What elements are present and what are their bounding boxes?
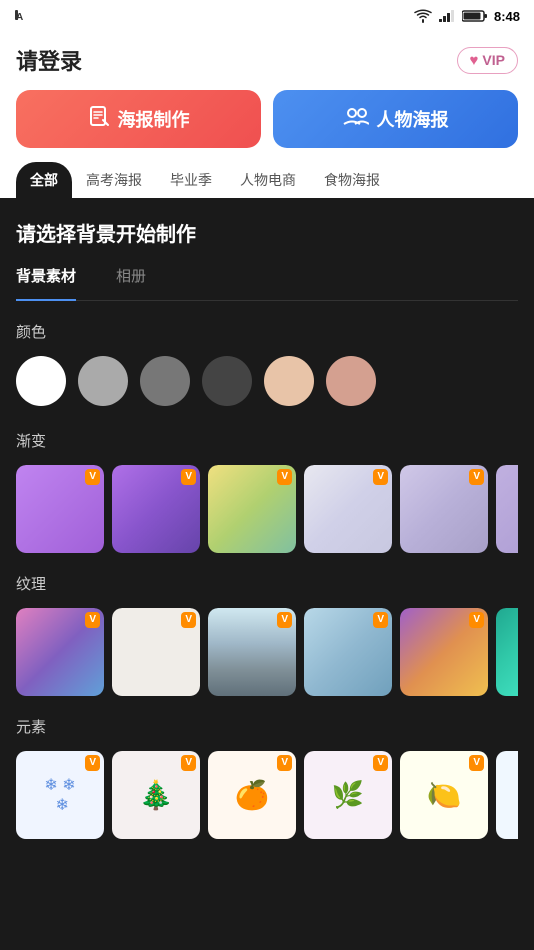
element-item-1[interactable]: V [16,751,104,839]
vip-tag-5: V [469,469,484,485]
gradient-item-2[interactable]: V [112,465,200,553]
top-section: 请登录 ♥ VIP 海报制作 [0,32,534,198]
bg-content: 请选择背景开始制作 背景素材 相册 颜色 渐变 V V V [0,198,534,898]
texture-item-5[interactable]: V [400,608,488,696]
signal-icon [438,9,456,23]
gradient-item-6[interactable]: V [496,465,518,553]
vip-tag-e2: V [181,755,196,771]
gradient-item-1[interactable]: V [16,465,104,553]
vip-tag-e3: V [277,755,292,771]
subtab-album[interactable]: 相册 [116,265,146,292]
poster-button[interactable]: 海报制作 [16,90,261,148]
element-item-3[interactable]: V [208,751,296,839]
tab-food[interactable]: 食物海报 [310,162,394,198]
category-tabs: 全部 高考海报 毕业季 人物电商 食物海报 [16,162,518,198]
vip-tag-3: V [277,469,292,485]
gradient-item-5[interactable]: V [400,465,488,553]
vip-label: VIP [482,52,505,68]
texture-grid: V V V V V V [16,608,518,696]
swatch-gray3[interactable] [202,356,252,406]
swatch-skin[interactable] [264,356,314,406]
poster-label: 海报制作 [118,106,190,132]
swatch-white[interactable] [16,356,66,406]
element-item-5[interactable]: V [400,751,488,839]
status-right: 8:48 [414,9,520,24]
header: 请登录 ♥ VIP [16,44,518,76]
texture-section-label: 纹理 [16,573,518,594]
vip-tag-t4: V [373,612,388,628]
poster-icon [88,105,110,133]
swatch-gray2[interactable] [140,356,190,406]
vip-tag-t5: V [469,612,484,628]
vip-tag-e1: V [85,755,100,771]
subtab-material[interactable]: 背景素材 [16,265,76,301]
gradient-section-label: 渐变 [16,430,518,451]
element-section-label: 元素 [16,716,518,737]
carrier-icon: A [14,6,32,27]
swatch-gray1[interactable] [78,356,128,406]
vip-tag-t3: V [277,612,292,628]
wifi-icon [414,9,432,23]
vip-heart-icon: ♥ [470,52,479,69]
element-item-6[interactable]: V [496,751,518,839]
gradient-item-4[interactable]: V [304,465,392,553]
vip-tag-t2: V [181,612,196,628]
character-icon [343,107,369,131]
vip-button[interactable]: ♥ VIP [457,47,518,74]
character-label: 人物海报 [377,106,449,132]
color-swatches [16,356,518,406]
element-item-2[interactable]: V [112,751,200,839]
status-bar: A 8:48 [0,0,534,32]
vip-tag-e5: V [469,755,484,771]
vip-tag-t1: V [85,612,100,628]
bg-title: 请选择背景开始制作 [16,218,518,247]
time-display: 8:48 [494,9,520,24]
element-grid: V V V V V V [16,751,518,839]
battery-icon [462,9,488,23]
action-buttons: 海报制作 人物海报 [16,90,518,148]
swatch-skin2[interactable] [326,356,376,406]
gradient-grid: V V V V V V [16,465,518,553]
texture-item-4[interactable]: V [304,608,392,696]
tab-gaokao[interactable]: 高考海报 [72,162,156,198]
tab-ecommerce[interactable]: 人物电商 [226,162,310,198]
vip-tag-e4: V [373,755,388,771]
sub-tabs: 背景素材 相册 [16,265,518,301]
vip-tag-4: V [373,469,388,485]
texture-item-1[interactable]: V [16,608,104,696]
page-title: 请登录 [16,44,82,76]
gradient-item-3[interactable]: V [208,465,296,553]
texture-item-2[interactable]: V [112,608,200,696]
tab-all[interactable]: 全部 [16,162,72,198]
svg-text:A: A [16,12,23,23]
texture-item-6[interactable]: V [496,608,518,696]
character-button[interactable]: 人物海报 [273,90,518,148]
color-section-label: 颜色 [16,321,518,342]
tab-graduation[interactable]: 毕业季 [156,162,226,198]
vip-tag-1: V [85,469,100,485]
vip-tag-2: V [181,469,196,485]
element-item-4[interactable]: V [304,751,392,839]
texture-item-3[interactable]: V [208,608,296,696]
